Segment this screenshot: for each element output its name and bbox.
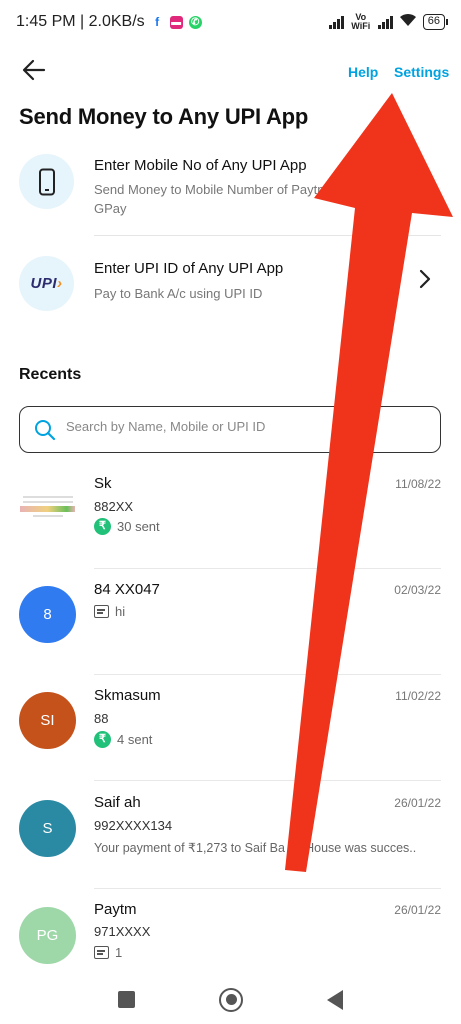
divider — [94, 888, 441, 889]
contact-date: 26/01/22 — [394, 796, 441, 810]
settings-link[interactable]: Settings — [394, 64, 449, 80]
notification-app-icon: ▬ — [169, 15, 183, 29]
contact-name: 84 XX047 — [94, 581, 160, 598]
contact-sub-text: hi — [115, 604, 126, 619]
system-nav-bar — [0, 975, 461, 1024]
contact-number: 971XXXX — [94, 924, 151, 939]
search-icon — [33, 418, 57, 447]
home-circle-icon[interactable] — [219, 987, 243, 1012]
rupee-icon: ₹ — [94, 731, 111, 748]
contact-summary: 1 — [94, 945, 122, 960]
contact-name: Skmasum — [94, 687, 161, 704]
contact-sub-text: 4 sent — [117, 732, 153, 747]
divider — [94, 674, 441, 675]
battery-icon: 66 — [422, 14, 449, 30]
rupee-icon: ₹ — [94, 518, 111, 535]
avatar: PG — [19, 907, 76, 964]
search-input[interactable] — [66, 419, 416, 434]
contact-name: Paytm — [94, 901, 137, 918]
upi-id-option[interactable]: UPI› Enter UPI ID of Any UPI App Pay to … — [0, 256, 461, 316]
divider — [94, 780, 441, 781]
message-icon — [94, 946, 109, 959]
wifi-icon — [399, 13, 417, 32]
contact-number: 992XXXX134 — [94, 818, 173, 833]
search-bar[interactable] — [19, 406, 441, 453]
recents-square-icon[interactable] — [118, 991, 135, 1008]
recents-heading: Recents — [19, 366, 82, 383]
back-triangle-icon[interactable] — [327, 989, 343, 1010]
contact-date: 11/08/22 — [395, 477, 441, 491]
contact-row[interactable]: Sk 11/08/22 882XX ₹ 30 sent — [0, 470, 461, 575]
contact-name: Saif ah — [94, 794, 141, 811]
contact-number: 882XX — [94, 499, 134, 514]
whatsapp-icon: ✆ — [188, 15, 202, 29]
contact-name: Sk — [94, 475, 112, 492]
option-title: Enter UPI ID of Any UPI App — [94, 260, 284, 277]
option-title: Enter Mobile No of Any UPI App — [94, 157, 307, 174]
contact-sub-text: 1 — [115, 945, 123, 960]
divider — [94, 235, 441, 236]
phone-icon — [19, 154, 74, 209]
contact-row[interactable]: SI Skmasum 11/02/22 88 ₹ 4 sent — [0, 682, 461, 787]
contact-date: 26/01/22 — [394, 903, 441, 917]
signal-icon-2 — [377, 15, 393, 29]
chevron-right-icon — [418, 266, 432, 297]
app-header: Help Settings — [0, 52, 461, 92]
avatar: S — [19, 800, 76, 857]
back-arrow-icon[interactable] — [20, 56, 50, 86]
status-bar: 1:45 PM | 2.0KB/s f ▬ ✆ Vo WiFi 66 — [0, 0, 461, 44]
upi-logo-icon: UPI› — [19, 256, 74, 311]
signal-icon — [328, 15, 344, 29]
contact-summary: ₹ 4 sent — [94, 731, 152, 748]
contact-summary: ₹ 30 sent — [94, 518, 160, 535]
facebook-icon: f — [150, 15, 164, 29]
contact-summary: hi — [94, 604, 125, 619]
avatar: SI — [19, 692, 76, 749]
upi-logo-text: UPI — [30, 275, 57, 292]
page-title: Send Money to Any UPI App — [19, 104, 309, 129]
divider — [94, 568, 441, 569]
contact-date: 11/02/22 — [395, 689, 441, 703]
contact-sub-text: 30 sent — [117, 519, 160, 534]
contact-date: 02/03/22 — [394, 583, 441, 597]
option-subtitle: Pay to Bank A/c using UPI ID — [94, 286, 263, 301]
contact-summary: Your payment of ₹1,273 to Saif Ba es Hou… — [94, 841, 417, 855]
network-label: Vo WiFi — [351, 12, 371, 31]
contact-number: 88 — [94, 711, 109, 726]
status-time: 1:45 PM | 2.0KB/s — [16, 13, 145, 30]
contact-row[interactable]: 8 84 XX047 02/03/22 hi — [0, 576, 461, 681]
avatar: 8 — [19, 586, 76, 643]
option-subtitle: Send Money to Mobile Number of Paytm GPa… — [94, 182, 329, 216]
contact-thumbnail — [19, 478, 76, 535]
help-link[interactable]: Help — [348, 64, 378, 80]
contact-row[interactable]: S Saif ah 26/01/22 992XXXX134 Your payme… — [0, 788, 461, 893]
message-icon — [94, 605, 109, 618]
mobile-number-option[interactable]: Enter Mobile No of Any UPI App Send Mone… — [0, 154, 461, 234]
contact-row[interactable]: PG Paytm 26/01/22 971XXXX 1 — [0, 896, 461, 971]
